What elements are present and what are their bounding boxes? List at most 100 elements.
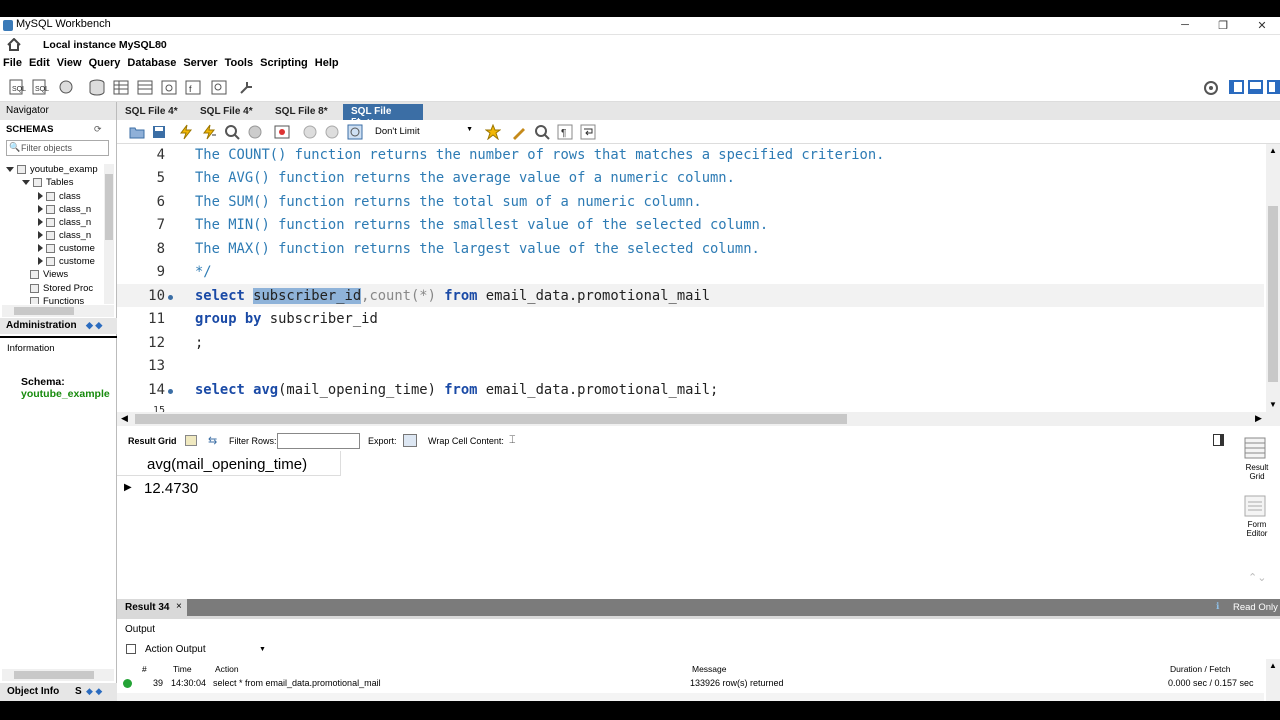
create-view-icon[interactable] [136, 79, 154, 96]
restore-icon[interactable]: ❐ [1216, 19, 1230, 33]
menu-query[interactable]: Query [86, 55, 125, 69]
navigator-hscroll[interactable] [2, 305, 114, 317]
export-icon[interactable] [403, 434, 417, 447]
scroll-up-icon[interactable]: ▲ [1269, 661, 1277, 670]
views-node[interactable]: Views [30, 269, 68, 280]
column-header[interactable]: avg(mail_opening_time) [117, 451, 341, 476]
output-row[interactable]: 39 14:30:04 select * from email_data.pro… [117, 676, 1264, 691]
word-wrap-icon[interactable] [580, 124, 596, 140]
toggle-error-icon[interactable] [274, 124, 290, 140]
create-procedure-icon[interactable] [160, 79, 178, 96]
editor-tab[interactable]: SQL File 4* [117, 104, 186, 120]
open-sql-script-icon[interactable]: SQL [31, 79, 49, 96]
form-editor-icon[interactable] [1244, 495, 1266, 517]
table-item[interactable]: custome [38, 243, 95, 254]
filter-rows-input[interactable] [277, 433, 360, 449]
table-item[interactable]: class [38, 191, 81, 202]
toggle-sidebar-icon[interactable] [1229, 80, 1244, 94]
invisible-chars-icon[interactable]: ¶ [557, 124, 573, 140]
administration-arrows-icon[interactable]: ◆ ◆ [86, 320, 102, 331]
result-grid-view-icon[interactable] [1244, 437, 1266, 459]
navigator-vscroll[interactable] [104, 164, 114, 304]
form-editor-label[interactable]: Form Editor [1242, 520, 1272, 538]
output-vscroll[interactable]: ▲ [1266, 659, 1280, 701]
scroll-left-icon[interactable]: ◀ [121, 413, 128, 424]
stop-icon[interactable] [247, 124, 263, 140]
stored-procedures-node[interactable]: Stored Proc [30, 283, 93, 294]
menu-view[interactable]: View [54, 55, 86, 69]
home-icon[interactable] [7, 38, 21, 51]
editor-hscroll-thumb[interactable] [135, 414, 847, 424]
execute-icon[interactable] [178, 124, 194, 140]
new-sql-tab-icon[interactable]: SQL [8, 79, 26, 96]
result-grid[interactable]: avg(mail_opening_time) ▶ 12.4730 [117, 451, 1240, 601]
autocommit-icon[interactable] [347, 124, 363, 140]
explain-icon[interactable] [224, 124, 240, 140]
expand-icon[interactable] [22, 179, 30, 185]
commit-icon[interactable] [302, 124, 318, 140]
info-hscroll[interactable] [2, 669, 114, 681]
refresh-icon[interactable]: ⇆ [208, 434, 217, 447]
toggle-secondary-sidebar-icon[interactable] [1267, 80, 1280, 94]
navigator-hscroll-thumb[interactable] [14, 307, 74, 315]
dropdown-arrow-icon[interactable]: ▼ [259, 646, 266, 653]
create-function-icon[interactable]: f [184, 79, 202, 96]
connection-tab-close-icon[interactable]: × [158, 39, 164, 50]
result-tab-close-icon[interactable]: × [176, 601, 182, 612]
find-icon[interactable] [534, 124, 550, 140]
result-tab[interactable]: Result 34 × [117, 599, 187, 616]
menu-tools[interactable]: Tools [222, 55, 258, 69]
limit-select[interactable]: Don't Limit ▼ [375, 126, 473, 137]
scroll-right-icon[interactable]: ▶ [1255, 413, 1262, 424]
scroll-panel-icon[interactable]: ⌃⌄ [1248, 571, 1266, 584]
copy-icon[interactable] [126, 644, 136, 654]
inspector-icon[interactable] [58, 79, 76, 96]
wrap-cell-icon[interactable]: ⌶ [509, 434, 516, 447]
editor-tab[interactable]: SQL File 8* [267, 104, 336, 120]
expand-icon[interactable] [38, 257, 43, 266]
bottom-nav-arrows-icon[interactable]: ◆ ◆ [86, 686, 102, 697]
minimize-icon[interactable]: ─ [1178, 19, 1192, 33]
open-file-icon[interactable] [129, 124, 145, 140]
editor-vscroll-thumb[interactable] [1268, 206, 1278, 382]
tables-node[interactable]: Tables [22, 177, 73, 188]
reconnect-icon[interactable] [238, 79, 256, 96]
menu-file[interactable]: File [0, 55, 26, 69]
create-table-icon[interactable] [112, 79, 130, 96]
close-icon[interactable]: ✕ [1255, 19, 1269, 33]
menu-database[interactable]: Database [124, 55, 180, 69]
result-grid-label[interactable]: Result Grid [128, 436, 177, 446]
expand-icon[interactable] [38, 192, 43, 201]
editor-tab-active[interactable]: SQL File 5*✕ [343, 104, 423, 128]
result-grid-view-label[interactable]: Result Grid [1242, 463, 1272, 481]
expand-icon[interactable] [38, 231, 43, 240]
editor-vscroll[interactable]: ▲ ▼ [1266, 144, 1280, 412]
expand-icon[interactable] [38, 218, 43, 227]
add-to-snippets-icon[interactable] [485, 124, 501, 140]
search-table-data-icon[interactable] [210, 79, 228, 96]
refresh-schemas-icon[interactable]: ⟳ [94, 124, 102, 135]
sql-editor[interactable]: 4 The COUNT() function returns the numbe… [117, 144, 1280, 412]
rollback-icon[interactable] [324, 124, 340, 140]
menu-edit[interactable]: Edit [26, 55, 54, 69]
scroll-up-icon[interactable]: ▲ [1269, 146, 1277, 155]
menu-server[interactable]: Server [180, 55, 221, 69]
expand-icon[interactable] [38, 244, 43, 253]
info-hscroll-thumb[interactable] [14, 671, 94, 679]
execute-current-icon[interactable] [201, 124, 217, 140]
output-type-select[interactable]: Action Output [145, 644, 206, 655]
object-info-tab[interactable]: Object Info [7, 686, 59, 697]
menu-help[interactable]: Help [312, 55, 343, 69]
save-icon[interactable] [151, 124, 167, 140]
table-item[interactable]: class_n [38, 204, 91, 215]
table-item[interactable]: custome [38, 256, 95, 267]
expand-icon[interactable] [38, 205, 43, 214]
scroll-down-icon[interactable]: ▼ [1269, 400, 1277, 409]
navigator-vscroll-thumb[interactable] [105, 174, 113, 240]
table-item[interactable]: class_n [38, 230, 91, 241]
functions-node[interactable]: Functions [30, 296, 84, 304]
filter-objects-field[interactable]: 🔍 Filter objects [6, 140, 109, 156]
editor-tab[interactable]: SQL File 4* [192, 104, 261, 120]
grid-cell[interactable]: 12.4730 [144, 480, 198, 497]
administration-tab[interactable]: Administration ◆ ◆ [0, 318, 117, 334]
